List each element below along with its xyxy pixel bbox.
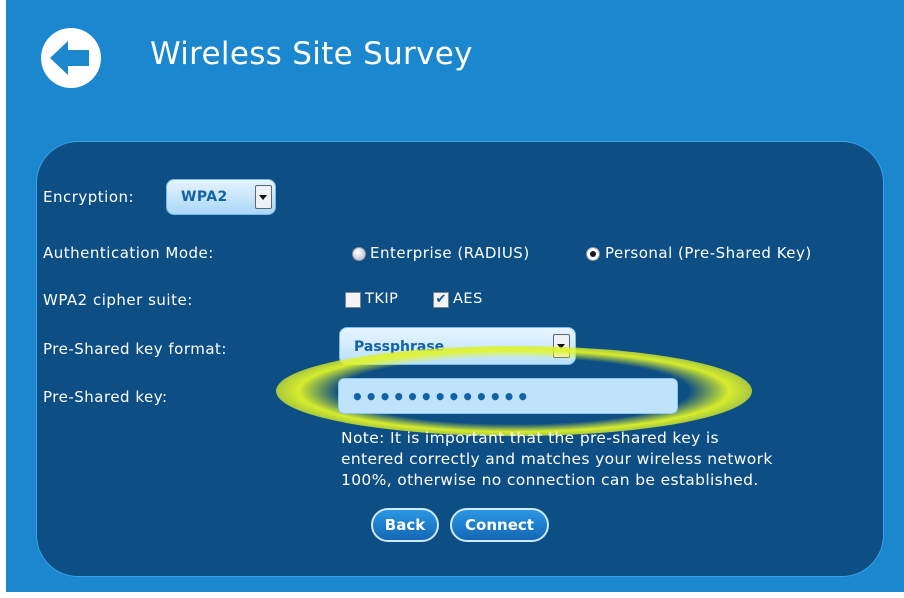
- back-button[interactable]: Back: [371, 508, 439, 542]
- checkbox-tkip[interactable]: [345, 292, 361, 308]
- cipher-suite-label: WPA2 cipher suite:: [43, 291, 193, 309]
- checkbox-aes-label[interactable]: AES: [453, 291, 483, 307]
- radio-enterprise-label[interactable]: Enterprise (RADIUS): [370, 244, 530, 262]
- key-format-label: Pre-Shared key format:: [43, 340, 227, 358]
- note-line: Note: It is important that the pre-share…: [341, 429, 719, 447]
- note-line: entered correctly and matches your wirel…: [341, 450, 773, 468]
- page-title: Wireless Site Survey: [150, 36, 473, 72]
- checkbox-aes[interactable]: ✔: [433, 292, 449, 308]
- radio-personal-label[interactable]: Personal (Pre-Shared Key): [605, 244, 812, 262]
- back-arrow-icon[interactable]: [41, 28, 101, 88]
- note-text: Note: It is important that the pre-share…: [341, 428, 881, 491]
- auth-mode-label: Authentication Mode:: [43, 244, 214, 262]
- encryption-select[interactable]: WPA2: [166, 179, 276, 215]
- radio-personal[interactable]: [586, 247, 600, 261]
- chevron-down-icon[interactable]: [255, 185, 272, 209]
- radio-enterprise[interactable]: [352, 247, 366, 261]
- note-line: 100%, otherwise no connection can be est…: [341, 471, 759, 489]
- encryption-label: Encryption:: [43, 188, 135, 206]
- encryption-value: WPA2: [181, 189, 228, 205]
- checkbox-tkip-label[interactable]: TKIP: [365, 291, 398, 307]
- psk-value: •••••••••••••: [351, 385, 531, 409]
- psk-input[interactable]: •••••••••••••: [338, 378, 678, 414]
- connect-button[interactable]: Connect: [450, 508, 549, 542]
- psk-label: Pre-Shared key:: [43, 388, 168, 406]
